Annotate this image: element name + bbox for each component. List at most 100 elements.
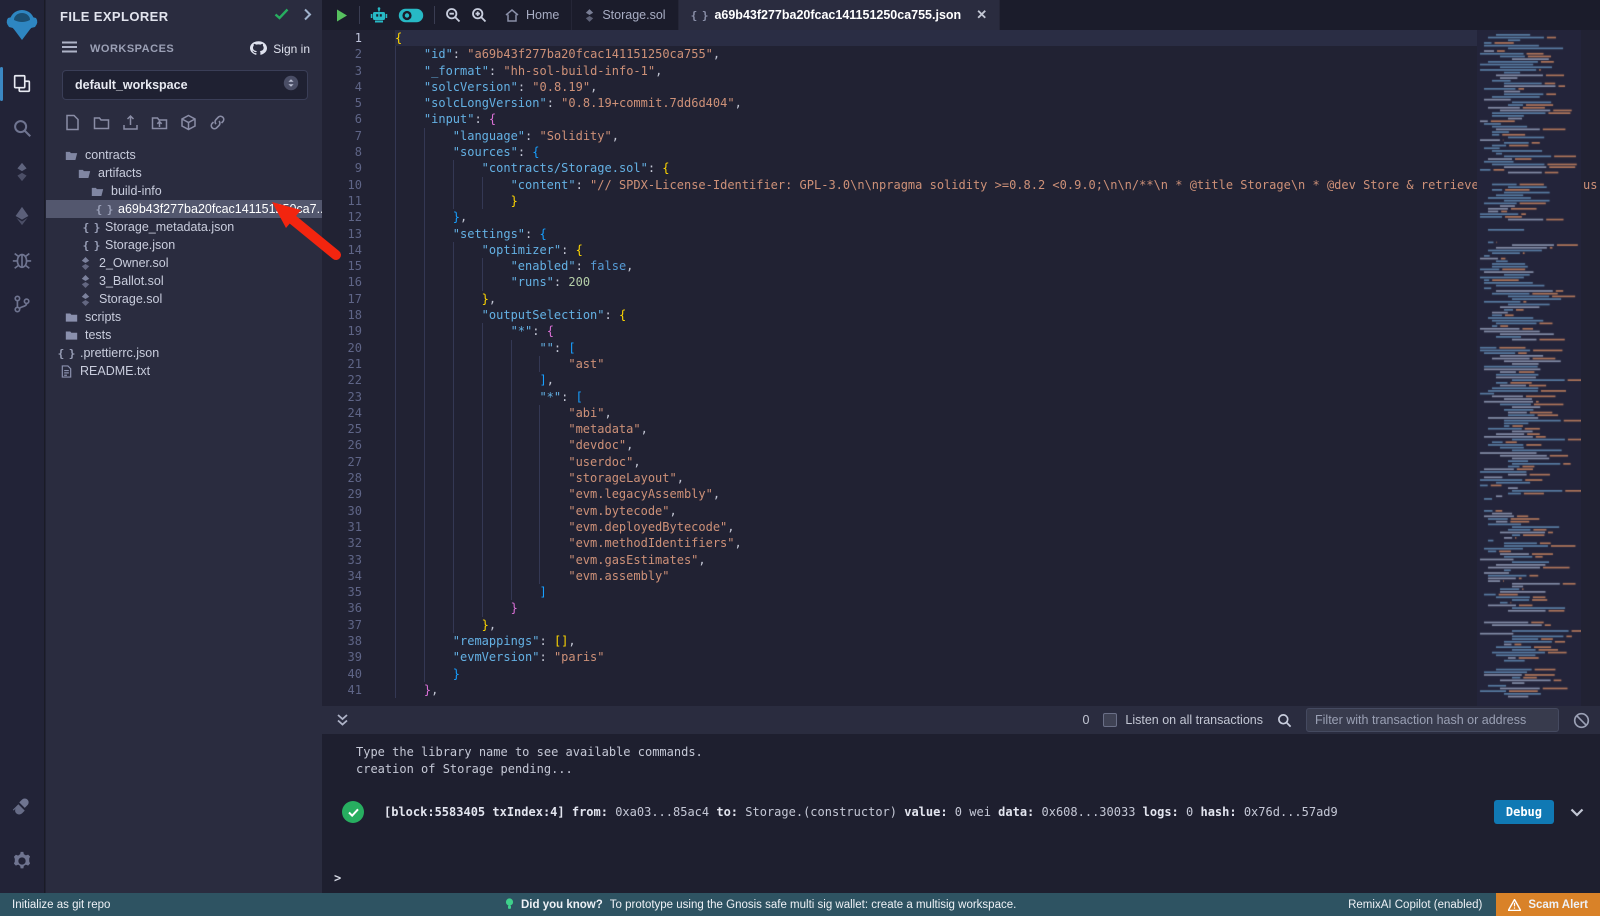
tab-storage-sol[interactable]: Storage.sol: [572, 0, 678, 30]
tx-expand-chevron-icon[interactable]: [1570, 808, 1584, 817]
upload-folder-icon[interactable]: [151, 114, 168, 136]
workspace-select[interactable]: default_workspace: [62, 70, 308, 100]
sidebar-item-search[interactable]: [0, 106, 45, 150]
tree-item-artifacts[interactable]: artifacts: [46, 164, 322, 182]
activity-bar: [0, 0, 45, 893]
scam-alert-badge[interactable]: Scam Alert: [1496, 893, 1600, 916]
remix-ide-window: FILE EXPLORER WORKSPACES Sign in default…: [0, 0, 1600, 916]
remix-logo-icon: [5, 8, 39, 44]
tree-item-3-ballot-sol[interactable]: 3_Ballot.sol: [46, 272, 322, 290]
code-line-15: "enabled": false,: [395, 258, 1477, 274]
code-line-14: "optimizer": {: [395, 242, 1477, 258]
minimap[interactable]: [1477, 30, 1581, 706]
ai-copilot-robot-icon[interactable]: [370, 7, 388, 24]
new-folder-icon[interactable]: [93, 114, 110, 136]
code-line-25: "metadata",: [395, 421, 1477, 437]
terminal-collapse-icon[interactable]: [336, 713, 349, 727]
sidebar-item-debugger[interactable]: [0, 238, 45, 282]
terminal-body[interactable]: Type the library name to see available c…: [322, 734, 1600, 893]
folder-open-icon: [64, 149, 78, 162]
publish-ipfs-icon[interactable]: [180, 114, 197, 136]
code-line-37: },: [395, 617, 1477, 633]
code-line-24: "abi",: [395, 405, 1477, 421]
tree-item-label: 2_Owner.sol: [99, 256, 168, 270]
code-editor[interactable]: 1234567891011121314151617181920212223242…: [322, 30, 1600, 706]
toolbar-separator: [359, 6, 360, 24]
settings-gear-icon[interactable]: [0, 839, 45, 883]
tree-item-2-owner-sol[interactable]: 2_Owner.sol: [46, 254, 322, 272]
run-script-play-icon[interactable]: [334, 8, 349, 23]
transaction-filter-input[interactable]: [1306, 708, 1559, 732]
folder-open-icon: [77, 167, 91, 180]
tree-item--prettierrc-json[interactable]: { }.prettierrc.json: [46, 344, 322, 362]
folder-icon: [64, 311, 78, 324]
tree-item-label: a69b43f277ba20fcac141151250ca7...: [118, 202, 322, 216]
code-line-27: "userdoc",: [395, 454, 1477, 470]
panel-expand-chevron-icon[interactable]: [303, 8, 312, 24]
code-line-10: "content": "// SPDX-License-Identifier: …: [395, 177, 1477, 193]
code-line-29: "evm.legacyAssembly",: [395, 486, 1477, 502]
code-line-18: "outputSelection": {: [395, 307, 1477, 323]
code-line-20: "": [: [395, 340, 1477, 356]
tree-item-scripts[interactable]: scripts: [46, 308, 322, 326]
sidebar-item-file-explorer[interactable]: [0, 62, 45, 106]
status-bar: Initialize as git repo Did you know? To …: [0, 893, 1600, 916]
code-line-30: "evm.bytecode",: [395, 503, 1477, 519]
home-icon: [505, 9, 519, 22]
tree-item-readme-txt[interactable]: README.txt: [46, 362, 322, 380]
code-line-34: "evm.assembly": [395, 568, 1477, 584]
sidebar-item-solidity-compiler[interactable]: [0, 150, 45, 194]
tab-close-icon[interactable]: ✕: [976, 7, 987, 23]
github-sign-in-button[interactable]: Sign in: [250, 41, 310, 58]
json-file-icon: { }: [84, 239, 98, 252]
tree-item-contracts[interactable]: contracts: [46, 146, 322, 164]
terminal-search-icon: [1277, 713, 1292, 728]
code-line-35: ]: [395, 584, 1477, 600]
sign-in-label: Sign in: [273, 42, 310, 56]
tree-item-tests[interactable]: tests: [46, 326, 322, 344]
transaction-log-row[interactable]: [block:5583405 txIndex:4] from: 0xa03...…: [342, 800, 1584, 824]
lightbulb-icon: [505, 898, 514, 911]
git-init-button[interactable]: Initialize as git repo: [12, 899, 110, 911]
new-file-icon[interactable]: [64, 114, 81, 136]
code-line-26: "devdoc",: [395, 437, 1477, 453]
tab-label: Home: [526, 8, 559, 22]
publish-gist-link-icon[interactable]: [209, 114, 226, 136]
tree-item-storage-sol[interactable]: Storage.sol: [46, 290, 322, 308]
code-line-28: "storageLayout",: [395, 470, 1477, 486]
clear-console-icon[interactable]: [1573, 712, 1590, 729]
code-line-23: "*": [: [395, 389, 1477, 405]
tree-item-build-info[interactable]: build-info: [46, 182, 322, 200]
json-file-icon: { }: [84, 221, 98, 234]
copilot-status[interactable]: RemixAI Copilot (enabled): [1348, 899, 1482, 911]
tab-label: a69b43f277ba20fcac141151250ca755.json: [714, 8, 961, 22]
terminal-prompt[interactable]: >: [334, 871, 341, 885]
upload-file-icon[interactable]: [122, 114, 139, 136]
tree-item-label: Storage.sol: [99, 292, 162, 306]
tab-home[interactable]: Home: [493, 0, 572, 30]
ai-copilot-toggle[interactable]: [398, 8, 424, 23]
zoom-in-icon[interactable]: [471, 7, 487, 23]
editor-toolbar: [322, 0, 493, 30]
code-line-17: },: [395, 291, 1477, 307]
tree-item-a69b43f277ba20fcac141151250ca7-[interactable]: { }a69b43f277ba20fcac141151250ca7...: [46, 200, 322, 218]
tree-item-storage-metadata-json[interactable]: { }Storage_metadata.json: [46, 218, 322, 236]
file-explorer-panel: FILE EXPLORER WORKSPACES Sign in default…: [46, 0, 322, 893]
plugin-manager-icon[interactable]: [0, 785, 45, 829]
editor-code-lines: {"id": "a69b43f277ba20fcac141151250ca755…: [395, 30, 1477, 698]
sidebar-item-deploy-run[interactable]: [0, 194, 45, 238]
folder-open-icon: [90, 185, 104, 198]
tab-label: Storage.sol: [602, 8, 665, 22]
zoom-out-icon[interactable]: [445, 7, 461, 23]
code-line-7: "language": "Solidity",: [395, 128, 1477, 144]
terminal-header: 0 Listen on all transactions: [322, 706, 1600, 734]
tree-item-storage-json[interactable]: { }Storage.json: [46, 236, 322, 254]
listen-checkbox[interactable]: [1103, 713, 1117, 727]
workspaces-menu-icon[interactable]: [62, 40, 78, 58]
file-icon: [59, 365, 73, 378]
json-file-icon: { }: [691, 9, 708, 22]
terminal-log-line: Type the library name to see available c…: [322, 734, 1600, 761]
debug-button[interactable]: Debug: [1494, 800, 1554, 824]
sidebar-item-git[interactable]: [0, 282, 45, 326]
tab-build-info-json[interactable]: { } a69b43f277ba20fcac141151250ca755.jso…: [679, 0, 1001, 30]
